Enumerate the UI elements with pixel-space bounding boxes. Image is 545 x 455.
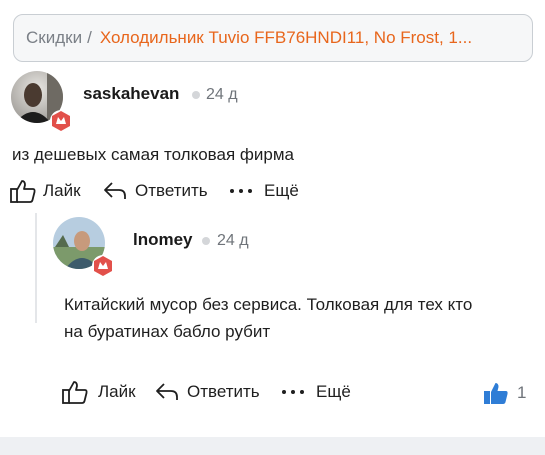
like-button[interactable]: Лайк — [10, 179, 81, 203]
breadcrumb[interactable]: Скидки / Холодильник Tuvio FFB76HNDI11, … — [13, 14, 533, 62]
like-filled-icon — [483, 381, 509, 405]
like-icon — [62, 380, 88, 404]
comment-time: 24 д — [217, 232, 249, 249]
reply-button[interactable]: Ответить — [155, 382, 260, 402]
like-button[interactable]: Лайк — [62, 380, 136, 404]
reply-label: Ответить — [187, 382, 260, 401]
more-icon — [280, 382, 306, 402]
level-badge-icon — [49, 109, 73, 133]
comment-username[interactable]: lnomey — [133, 230, 193, 250]
breadcrumb-current[interactable]: Холодильник Tuvio FFB76HNDI11, No Frost,… — [100, 28, 532, 48]
like-count-button[interactable]: 1 — [483, 381, 526, 405]
reply-icon — [155, 382, 179, 402]
reply-button[interactable]: Ответить — [103, 181, 208, 201]
more-button[interactable]: Ещё — [228, 181, 299, 201]
level-badge-icon — [91, 254, 115, 278]
like-label: Лайк — [98, 382, 136, 401]
more-button[interactable]: Ещё — [280, 382, 351, 402]
separator-dot — [202, 237, 210, 245]
like-count: 1 — [517, 383, 527, 402]
like-icon — [10, 179, 36, 203]
thread-line — [35, 213, 37, 323]
breadcrumb-separator: / — [87, 28, 92, 47]
reply-label: Ответить — [135, 181, 208, 200]
reply-icon — [103, 181, 127, 201]
like-label: Лайк — [43, 181, 81, 200]
comment-text: из дешевых самая толковая фирма — [12, 145, 294, 164]
comment-text-line-2: на буратинах бабло рубит — [64, 322, 271, 341]
comment-text-line-1: Китайский мусор без сервиса. Толковая дл… — [64, 295, 473, 314]
footer-separator — [0, 437, 545, 455]
comment-time: 24 д — [206, 86, 238, 103]
breadcrumb-root[interactable]: Скидки — [26, 28, 82, 48]
more-label: Ещё — [264, 181, 299, 200]
separator-dot — [192, 91, 200, 99]
more-label: Ещё — [316, 382, 351, 401]
more-icon — [228, 181, 254, 201]
comment-username[interactable]: saskahevan — [83, 84, 179, 104]
